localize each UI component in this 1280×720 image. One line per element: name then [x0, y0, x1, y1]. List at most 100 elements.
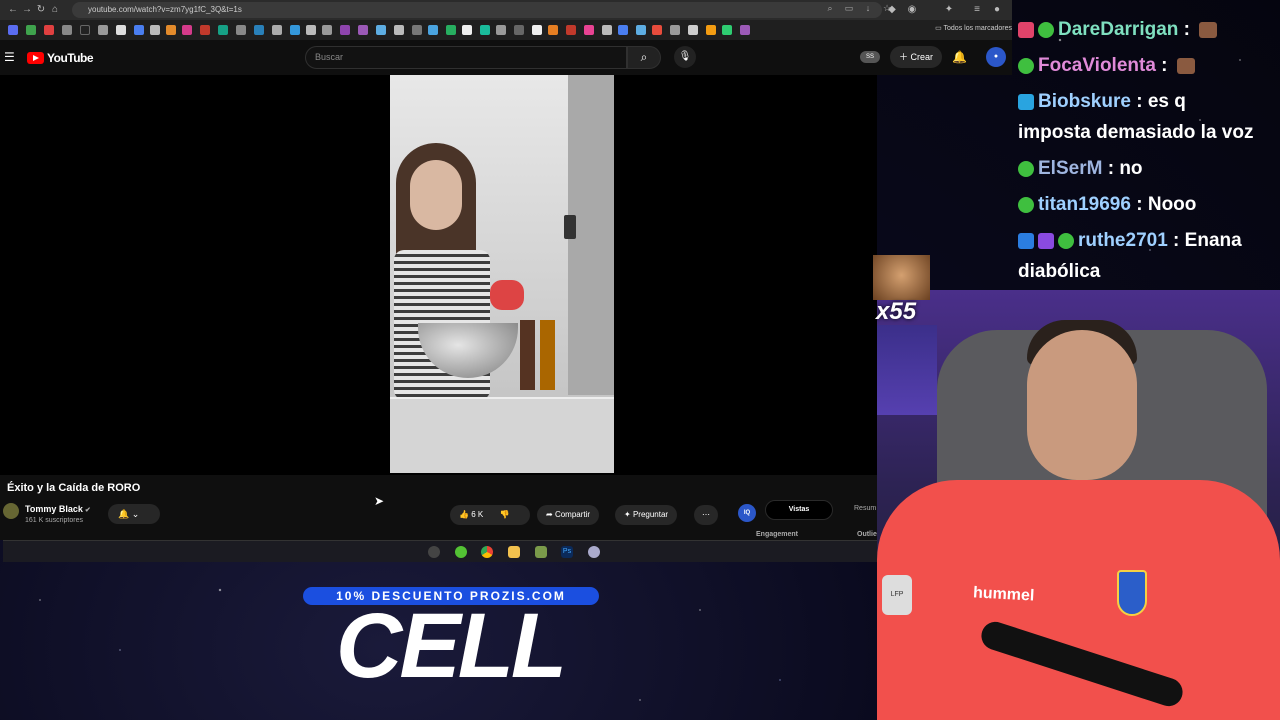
bookmark-icon[interactable]	[134, 25, 144, 35]
ask-label: Preguntar	[632, 510, 669, 519]
ask-button[interactable]: ✦ Preguntar	[615, 505, 678, 525]
microphone-icon[interactable]: 🎙	[674, 46, 696, 68]
ss-badge[interactable]: SS	[860, 51, 880, 63]
engagement-label: Engagement	[756, 531, 799, 538]
taskbar-obs-icon[interactable]	[428, 546, 440, 558]
bookmark-icon[interactable]	[446, 25, 456, 35]
bookmark-icon[interactable]	[462, 25, 472, 35]
vidiq-icon[interactable]: IQ	[738, 504, 756, 522]
bookmark-icon[interactable]	[496, 25, 506, 35]
bookmark-icon[interactable]	[290, 25, 300, 35]
youtube-play-icon	[27, 52, 44, 64]
forward-icon[interactable]: →	[20, 3, 34, 17]
bookmark-icon[interactable]	[272, 25, 282, 35]
taskbar-folder-icon[interactable]	[508, 546, 520, 558]
sparkle-icon: ✦	[624, 510, 631, 519]
menu-icon[interactable]: ☰	[4, 50, 15, 64]
zoom-icon[interactable]: ⌕	[825, 3, 835, 13]
bookmark-icon[interactable]	[548, 25, 558, 35]
bookmark-icon[interactable]	[376, 25, 386, 35]
bookmark-icon[interactable]	[480, 25, 490, 35]
address-row: ← → ↻ ⌂ youtube.com/watch?v=zm7yg1fC_3Q&…	[0, 0, 1012, 20]
more-actions-icon[interactable]: ⋯	[694, 505, 718, 525]
profile-icon[interactable]: ●	[990, 3, 1004, 17]
bookmark-icon[interactable]	[236, 25, 246, 35]
bookmark-icon[interactable]	[688, 25, 698, 35]
youtube-logo[interactable]: YouTube	[27, 51, 94, 65]
reload-icon[interactable]: ↻	[34, 3, 48, 17]
all-bookmarks-folder[interactable]: ▭ Todos los marcadores	[935, 24, 1012, 32]
sidebar-icon[interactable]: ≡	[970, 3, 984, 17]
bookmark-icon[interactable]	[218, 25, 228, 35]
bookmark-icon[interactable]	[722, 25, 732, 35]
cast-icon[interactable]: ▭	[844, 3, 854, 13]
bookmark-icon[interactable]	[62, 25, 72, 35]
bookmark-icon[interactable]	[584, 25, 594, 35]
stream-chat: DareDarrigan : FocaViolenta : Biobskure …	[1012, 0, 1280, 290]
bookmark-icon[interactable]	[340, 25, 350, 35]
tab-vistas[interactable]: Vistas	[765, 500, 833, 520]
taskbar-app-icon[interactable]	[455, 546, 467, 558]
youtube-logo-text: YouTube	[47, 51, 94, 65]
extension-icon[interactable]: ◉	[905, 3, 919, 17]
back-icon[interactable]: ←	[6, 3, 20, 17]
like-button[interactable]: 👍 6 K	[459, 510, 483, 519]
taskbar-photoshop-icon[interactable]: Ps	[561, 546, 573, 558]
bookmark-icon[interactable]	[652, 25, 662, 35]
bookmark-icon[interactable]	[602, 25, 612, 35]
verified-icon: ✔	[84, 507, 91, 514]
taskbar-app-icon[interactable]	[535, 546, 547, 558]
create-button[interactable]: ＋ Crear	[890, 46, 942, 68]
bookmark-icon[interactable]	[740, 25, 750, 35]
bookmark-icon[interactable]	[44, 25, 54, 35]
bookmark-icon[interactable]	[80, 25, 90, 35]
bookmark-icon[interactable]	[200, 25, 210, 35]
bookmark-icon[interactable]	[706, 25, 716, 35]
search-input[interactable]: Buscar	[305, 46, 627, 69]
channel-avatar[interactable]	[3, 503, 19, 519]
bookmark-icon[interactable]	[636, 25, 646, 35]
search-icon[interactable]: ⌕	[627, 46, 661, 69]
bookmark-icon[interactable]	[254, 25, 264, 35]
home-icon[interactable]: ⌂	[48, 3, 62, 17]
badge-icon	[1058, 232, 1074, 249]
club-crest	[1117, 570, 1147, 616]
bookmark-icon[interactable]	[566, 25, 576, 35]
bookmark-icon[interactable]	[322, 25, 332, 35]
bookmark-icon[interactable]	[618, 25, 628, 35]
bookmark-icon[interactable]	[532, 25, 542, 35]
bookmark-icon[interactable]	[98, 25, 108, 35]
bookmark-icon[interactable]	[182, 25, 192, 35]
bookmark-icon[interactable]	[306, 25, 316, 35]
badge-icon	[1018, 57, 1034, 74]
browser-window: ← → ↻ ⌂ youtube.com/watch?v=zm7yg1fC_3Q&…	[0, 0, 1012, 75]
bookmark-icon[interactable]	[670, 25, 680, 35]
bookmark-icon[interactable]	[412, 25, 422, 35]
bookmark-icon[interactable]	[428, 25, 438, 35]
bookmark-icon[interactable]	[166, 25, 176, 35]
user-avatar[interactable]: ●	[986, 47, 1006, 67]
notifications-bell-icon[interactable]: 🔔	[952, 50, 967, 64]
subscribed-bell-button[interactable]: 🔔 ⌄	[108, 504, 160, 524]
download-icon[interactable]: ↓	[863, 3, 873, 13]
dislike-button[interactable]: 👎	[499, 510, 509, 519]
chat-username: ruthe2701	[1078, 230, 1168, 251]
channel-name[interactable]: Tommy Black ✔	[25, 504, 91, 514]
bookmark-icon[interactable]	[394, 25, 404, 35]
bookmark-icon[interactable]	[514, 25, 524, 35]
chevron-down-icon: ⌄	[131, 509, 140, 519]
taskbar-app-icon[interactable]	[588, 546, 600, 558]
bookmark-icon[interactable]	[26, 25, 36, 35]
bookmark-icon[interactable]	[150, 25, 160, 35]
extension-icon[interactable]: ◆	[885, 3, 899, 17]
bookmark-icon[interactable]	[116, 25, 126, 35]
bookmark-icon[interactable]	[358, 25, 368, 35]
share-icon: ➦	[546, 510, 553, 519]
extensions-puzzle-icon[interactable]: ✦	[942, 3, 956, 17]
address-bar[interactable]: youtube.com/watch?v=zm7yg1fC_3Q&t=1s	[72, 2, 882, 18]
taskbar-chrome-icon[interactable]	[481, 546, 493, 558]
share-button[interactable]: ➦ Compartir	[537, 505, 600, 525]
tab-resumen[interactable]: Resum	[854, 505, 876, 512]
video-player[interactable]	[390, 75, 614, 473]
bookmark-icon[interactable]	[8, 25, 18, 35]
